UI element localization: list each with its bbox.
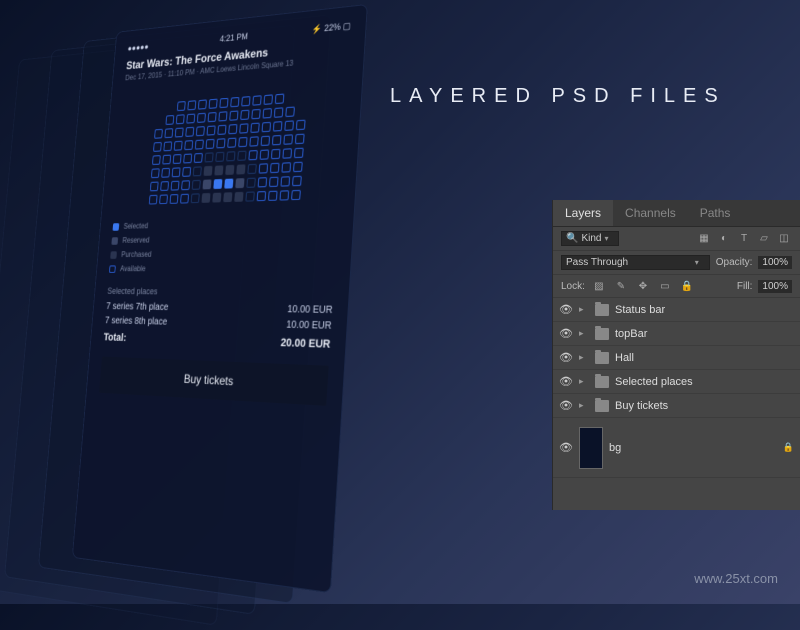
search-icon: 🔍 xyxy=(566,233,578,244)
blend-mode-select[interactable]: Pass Through ▾ xyxy=(561,255,710,270)
disclosure-icon[interactable]: ▸ xyxy=(579,328,589,339)
layer-item-statusbar[interactable]: 👁 ▸ Status bar xyxy=(553,298,800,322)
photoshop-layers-panel: Layers Channels Paths 🔍 Kind ▾ ▦ ◐ T ▱ ◫… xyxy=(552,200,800,510)
legend-reserved: Reserved xyxy=(122,236,150,245)
filter-type-icon[interactable]: T xyxy=(736,232,752,246)
blend-row: Pass Through ▾ Opacity: 100% xyxy=(553,251,800,275)
lock-label: Lock: xyxy=(561,281,585,292)
filter-shape-icon[interactable]: ▱ xyxy=(756,232,772,246)
selected-item: 7 series 8th place10.00 EUR xyxy=(105,316,332,332)
phone-screen: ●●●●● 4:21 PM ⚡ 22% ▢ Star Wars: The For… xyxy=(72,4,368,593)
lock-move-icon[interactable]: ✥ xyxy=(635,279,651,293)
layer-item-selected-places[interactable]: 👁 ▸ Selected places xyxy=(553,370,800,394)
fill-value[interactable]: 100% xyxy=(758,280,792,293)
opacity-label: Opacity: xyxy=(716,257,753,268)
disclosure-icon[interactable]: ▸ xyxy=(579,376,589,387)
disclosure-icon[interactable]: ▸ xyxy=(579,352,589,363)
hero-title: LAYERED PSD FILES xyxy=(390,85,726,108)
visibility-toggle-icon[interactable]: 👁 xyxy=(559,375,573,388)
filter-image-icon[interactable]: ▦ xyxy=(696,232,712,246)
visibility-toggle-icon[interactable]: 👁 xyxy=(559,399,573,412)
filter-row: 🔍 Kind ▾ ▦ ◐ T ▱ ◫ xyxy=(553,227,800,251)
total-row: Total:20.00 EUR xyxy=(103,332,331,351)
layer-name: Hall xyxy=(615,352,634,364)
layer-item-topbar[interactable]: 👁 ▸ topBar xyxy=(553,322,800,346)
layer-name: Selected places xyxy=(615,376,693,388)
folder-icon xyxy=(595,328,609,340)
layer-item-hall[interactable]: 👁 ▸ Hall xyxy=(553,346,800,370)
legend-selected: Selected xyxy=(123,222,148,231)
lock-artboard-icon[interactable]: ▭ xyxy=(657,279,673,293)
visibility-toggle-icon[interactable]: 👁 xyxy=(559,327,573,340)
layer-name: bg xyxy=(609,442,621,454)
visibility-toggle-icon[interactable]: 👁 xyxy=(559,303,573,316)
lock-row: Lock: ▨ ✎ ✥ ▭ 🔒 Fill: 100% xyxy=(553,275,800,298)
lock-transparency-icon[interactable]: ▨ xyxy=(591,279,607,293)
seat-map[interactable] xyxy=(115,89,347,206)
legend-available: Available xyxy=(120,264,146,273)
folder-icon xyxy=(595,352,609,364)
disclosure-icon[interactable]: ▸ xyxy=(579,400,589,411)
selected-item: 7 series 7th place10.00 EUR xyxy=(106,301,333,316)
lock-all-icon[interactable]: 🔒 xyxy=(679,279,695,293)
tab-paths[interactable]: Paths xyxy=(688,200,743,226)
layer-name: topBar xyxy=(615,328,647,340)
selected-places-section: Selected places 7 series 7th place10.00 … xyxy=(103,286,334,351)
folder-icon xyxy=(595,376,609,388)
disclosure-icon[interactable]: ▸ xyxy=(579,304,589,315)
folder-icon xyxy=(595,304,609,316)
seat-legend: Selected Reserved Purchased Available xyxy=(109,217,338,273)
selected-places-label: Selected places xyxy=(107,286,334,298)
phone-mockup-stack: ●●●●● 4:21 PM ⚡ 22% ▢ Star Wars: The For… xyxy=(0,30,400,630)
opacity-value[interactable]: 100% xyxy=(758,256,792,269)
panel-tabs: Layers Channels Paths xyxy=(553,200,800,227)
legend-purchased: Purchased xyxy=(121,250,152,259)
layer-name: Buy tickets xyxy=(615,400,668,412)
watermark: www.25xt.com xyxy=(694,571,778,586)
lock-brush-icon[interactable]: ✎ xyxy=(613,279,629,293)
layer-list: 👁 ▸ Status bar 👁 ▸ topBar 👁 ▸ Hall 👁 ▸ S… xyxy=(553,298,800,478)
filter-kind-select[interactable]: 🔍 Kind ▾ xyxy=(561,231,619,246)
chevron-down-icon: ▾ xyxy=(695,258,705,267)
fill-label: Fill: xyxy=(737,281,753,292)
tab-channels[interactable]: Channels xyxy=(613,200,688,226)
folder-icon xyxy=(595,400,609,412)
visibility-toggle-icon[interactable]: 👁 xyxy=(559,351,573,364)
visibility-toggle-icon[interactable]: 👁 xyxy=(559,441,573,454)
filter-adjustment-icon[interactable]: ◐ xyxy=(716,232,732,246)
layer-thumbnail xyxy=(579,427,603,469)
layer-name: Status bar xyxy=(615,304,665,316)
status-right: ⚡ 22% ▢ xyxy=(311,21,351,36)
layer-item-bg[interactable]: 👁 bg 🔒 xyxy=(553,418,800,478)
tab-layers[interactable]: Layers xyxy=(553,200,613,226)
layer-item-buy-tickets[interactable]: 👁 ▸ Buy tickets xyxy=(553,394,800,418)
buy-tickets-button[interactable]: Buy tickets xyxy=(99,356,329,406)
lock-icon[interactable]: 🔒 xyxy=(783,442,794,453)
chevron-down-icon: ▾ xyxy=(604,234,614,243)
filter-smart-icon[interactable]: ◫ xyxy=(776,232,792,246)
